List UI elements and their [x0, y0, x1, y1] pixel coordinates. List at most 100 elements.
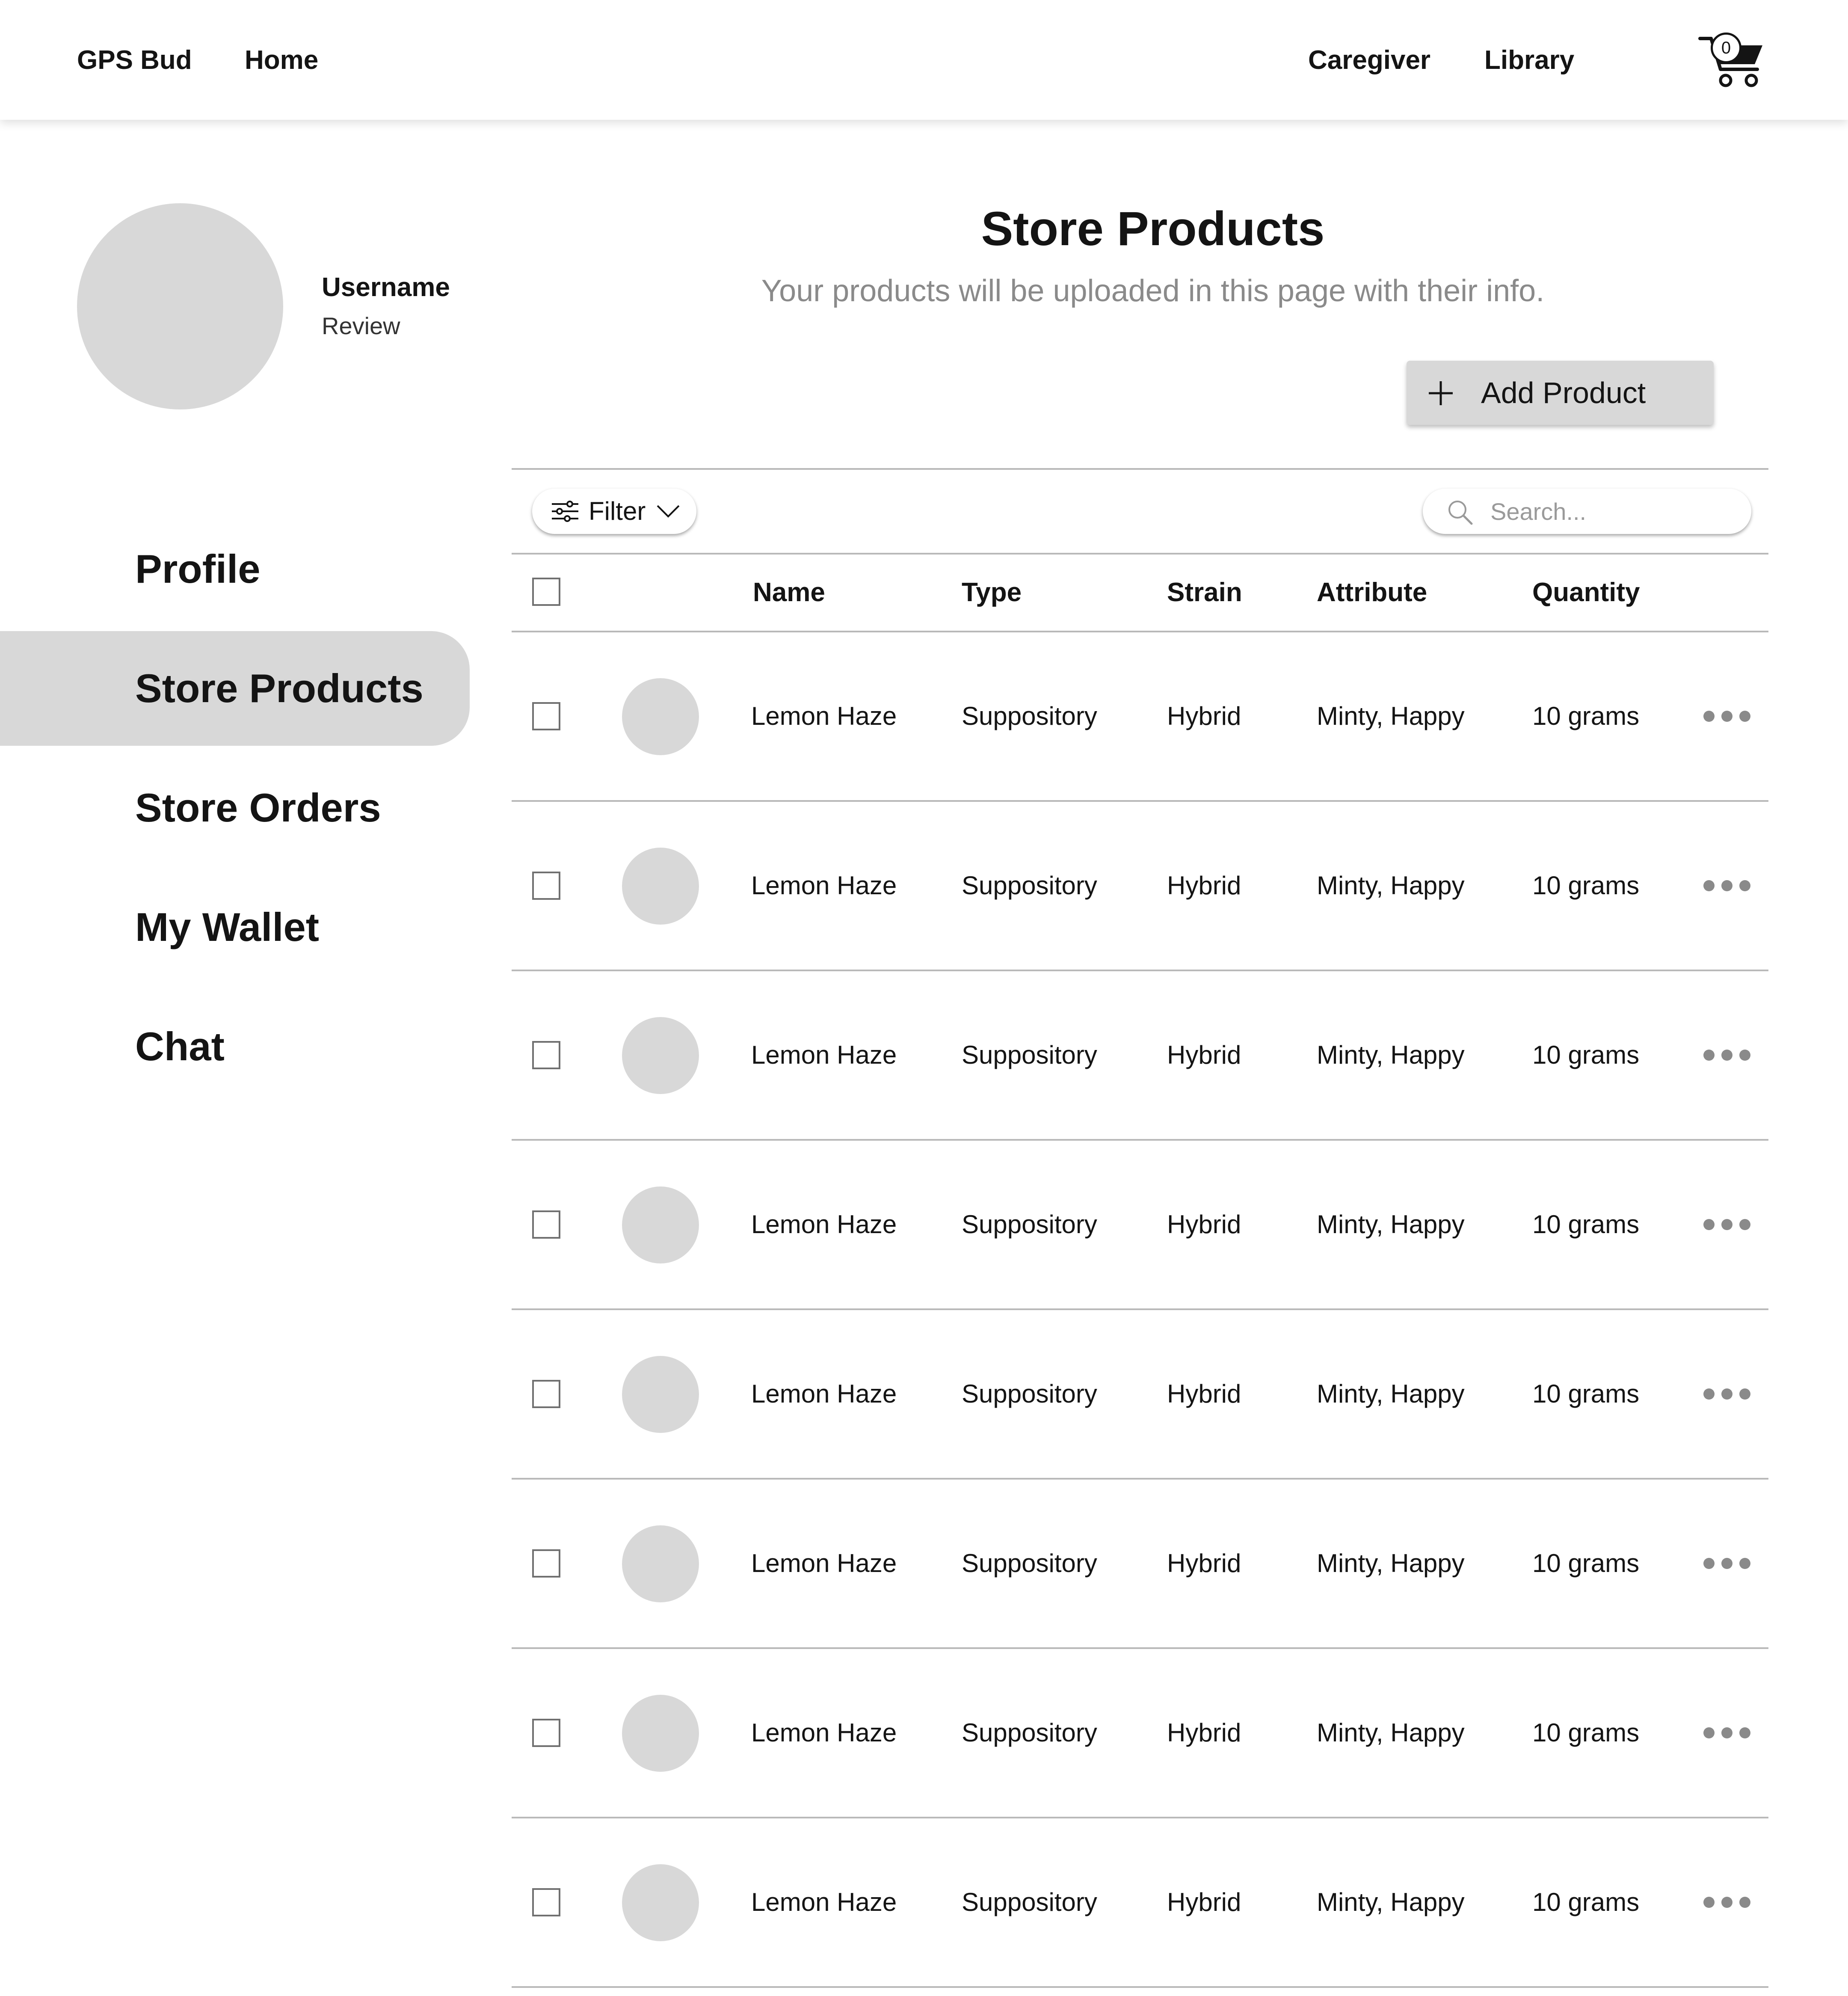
filter-dropdown[interactable]: Filter [532, 489, 696, 534]
row-name: Lemon Haze [751, 871, 897, 900]
more-horizontal-icon [1703, 1050, 1715, 1061]
product-thumbnail [622, 1525, 699, 1602]
sidebar-item-profile[interactable]: Profile [135, 541, 261, 597]
search-input[interactable] [1490, 496, 1730, 526]
column-header-strain[interactable]: Strain [1167, 575, 1242, 610]
top-navigation-bar: GPS Bud Home Caregiver Library 0 [0, 0, 1848, 120]
more-options-button[interactable] [1703, 1214, 1750, 1235]
row-attribute: Minty, Happy [1317, 1210, 1465, 1239]
profile-username: Username [322, 273, 450, 302]
select-all-checkbox[interactable] [532, 578, 560, 606]
row-name: Lemon Haze [751, 702, 897, 730]
more-horizontal-icon [1739, 880, 1750, 891]
row-strain: Hybrid [1167, 1041, 1241, 1069]
more-options-button[interactable] [1703, 1044, 1750, 1066]
more-horizontal-icon [1721, 711, 1732, 722]
sidebar-item-chat[interactable]: Chat [135, 1019, 225, 1074]
row-checkbox[interactable] [532, 1041, 560, 1069]
row-checkbox[interactable] [532, 1380, 560, 1408]
more-options-button[interactable] [1703, 1722, 1750, 1744]
more-options-button[interactable] [1703, 875, 1750, 896]
row-strain: Hybrid [1167, 1718, 1241, 1747]
row-quantity: 10 grams [1532, 871, 1640, 900]
column-header-type[interactable]: Type [962, 575, 1022, 610]
row-name: Lemon Haze [751, 1210, 897, 1239]
sidebar-item-store-orders[interactable]: Store Orders [135, 780, 381, 836]
row-attribute: Minty, Happy [1317, 1888, 1465, 1916]
page-title: Store Products [981, 202, 1325, 255]
row-quantity: 10 grams [1532, 1041, 1640, 1069]
table-row[interactable]: Lemon Haze Suppository Hybrid Minty, Hap… [512, 1649, 1768, 1817]
cart-count-badge: 0 [1711, 33, 1741, 63]
table-row[interactable]: Lemon Haze Suppository Hybrid Minty, Hap… [512, 971, 1768, 1139]
row-attribute: Minty, Happy [1317, 1379, 1465, 1408]
sidebar-item-store-products[interactable]: Store Products [135, 661, 424, 716]
more-horizontal-icon [1721, 1727, 1732, 1738]
search-icon [1448, 501, 1473, 525]
row-name: Lemon Haze [751, 1888, 897, 1916]
more-horizontal-icon [1721, 1897, 1732, 1908]
more-horizontal-icon [1721, 880, 1732, 891]
row-type: Suppository [962, 1210, 1097, 1239]
row-strain: Hybrid [1167, 1888, 1241, 1916]
more-horizontal-icon [1739, 1050, 1750, 1061]
add-product-label: Add Product [1481, 376, 1646, 409]
row-quantity: 10 grams [1532, 1379, 1640, 1408]
row-checkbox[interactable] [532, 1888, 560, 1916]
chevron-down-icon [657, 505, 680, 518]
brand-link[interactable]: GPS Bud [77, 41, 192, 80]
more-options-button[interactable] [1703, 1892, 1750, 1913]
row-quantity: 10 grams [1532, 702, 1640, 730]
profile-avatar[interactable] [77, 203, 283, 409]
column-header-quantity[interactable]: Quantity [1532, 575, 1640, 610]
row-checkbox[interactable] [532, 1549, 560, 1578]
table-header-top-divider [512, 553, 1768, 555]
nav-library-link[interactable]: Library [1484, 41, 1574, 80]
row-name: Lemon Haze [751, 1718, 897, 1747]
more-horizontal-icon [1703, 1388, 1715, 1400]
row-checkbox[interactable] [532, 702, 560, 730]
add-product-button[interactable]: Add Product [1407, 361, 1714, 425]
row-strain: Hybrid [1167, 1210, 1241, 1239]
table-top-divider [512, 468, 1768, 470]
profile-review-link[interactable]: Review [322, 309, 400, 343]
more-horizontal-icon [1703, 1897, 1715, 1908]
row-checkbox[interactable] [532, 872, 560, 900]
row-type: Suppository [962, 702, 1097, 730]
table-row[interactable]: Lemon Haze Suppository Hybrid Minty, Hap… [512, 1480, 1768, 1647]
more-horizontal-icon [1721, 1388, 1732, 1400]
column-header-name[interactable]: Name [753, 575, 825, 610]
column-header-attribute[interactable]: Attribute [1317, 575, 1427, 610]
plus-icon [1429, 381, 1453, 405]
more-horizontal-icon [1739, 1388, 1750, 1400]
row-type: Suppository [962, 1379, 1097, 1408]
page-subtitle: Your products will be uploaded in this p… [761, 274, 1545, 308]
row-checkbox[interactable] [532, 1719, 560, 1747]
more-horizontal-icon [1721, 1050, 1732, 1061]
nav-home-link[interactable]: Home [245, 41, 318, 80]
more-options-button[interactable] [1703, 1383, 1750, 1405]
more-options-button[interactable] [1703, 1553, 1750, 1574]
table-row[interactable]: Lemon Haze Suppository Hybrid Minty, Hap… [512, 1141, 1768, 1308]
more-options-button[interactable] [1703, 706, 1750, 727]
product-thumbnail [622, 678, 699, 755]
row-attribute: Minty, Happy [1317, 1041, 1465, 1069]
table-row[interactable]: Lemon Haze Suppository Hybrid Minty, Hap… [512, 802, 1768, 970]
more-horizontal-icon [1739, 1727, 1750, 1738]
product-thumbnail [622, 1695, 699, 1772]
row-type: Suppository [962, 1041, 1097, 1069]
sidebar-item-my-wallet[interactable]: My Wallet [135, 899, 319, 955]
more-horizontal-icon [1739, 1558, 1750, 1569]
table-row[interactable]: Lemon Haze Suppository Hybrid Minty, Hap… [512, 1310, 1768, 1478]
more-horizontal-icon [1703, 1219, 1715, 1230]
row-attribute: Minty, Happy [1317, 1549, 1465, 1578]
product-thumbnail [622, 848, 699, 925]
row-checkbox[interactable] [532, 1210, 560, 1239]
product-thumbnail [622, 1864, 699, 1941]
more-horizontal-icon [1703, 711, 1715, 722]
table-row[interactable]: Lemon Haze Suppository Hybrid Minty, Hap… [512, 632, 1768, 800]
row-quantity: 10 grams [1532, 1718, 1640, 1747]
table-row[interactable]: Lemon Haze Suppository Hybrid Minty, Hap… [512, 1818, 1768, 1986]
row-quantity: 10 grams [1532, 1210, 1640, 1239]
nav-caregiver-link[interactable]: Caregiver [1308, 41, 1430, 80]
